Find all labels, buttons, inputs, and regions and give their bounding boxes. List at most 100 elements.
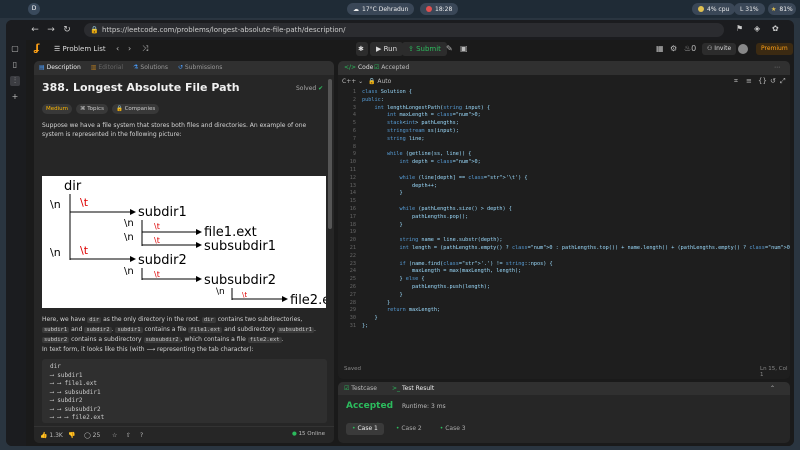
code-line[interactable]: 12 while (line[depth] == class="str">'\t… (338, 175, 790, 183)
description-scrollbar[interactable] (328, 79, 332, 229)
code-line[interactable]: 17 pathLengths.pop(); (338, 214, 790, 222)
code-line[interactable]: 7 string line; (338, 136, 790, 144)
shield-icon[interactable]: ◈ (754, 24, 760, 33)
code-line[interactable]: 23 if (name.find(class="str">'.') != str… (338, 261, 790, 269)
bookmark-icon[interactable]: ⌗ (734, 77, 738, 86)
copilot-icon[interactable]: ✿ (772, 24, 779, 33)
streak-counter[interactable]: ♨0 (684, 44, 696, 54)
tab-description[interactable]: ▤ Description (34, 61, 86, 75)
tab-code[interactable]: </> Code (344, 61, 373, 75)
line-number: 31 (349, 323, 356, 329)
premium-button[interactable]: Premium (756, 43, 793, 55)
favorite-button[interactable]: ☆ (112, 431, 117, 440)
run-button[interactable]: ▶ Run (370, 42, 404, 56)
prev-problem-icon[interactable]: ‹ (116, 44, 119, 54)
tab-solutions[interactable]: ⚗ Solutions (128, 61, 173, 75)
code-line[interactable]: 22 (338, 253, 790, 261)
notes-icon[interactable]: ✎ (446, 44, 453, 54)
next-problem-icon[interactable]: › (128, 44, 131, 54)
case-tab[interactable]: • Case 1 (346, 423, 384, 435)
code-line[interactable]: 15 (338, 198, 790, 206)
difficulty-badge[interactable]: Medium (42, 104, 72, 114)
braces-icon[interactable]: {} (758, 77, 767, 85)
share-button[interactable]: ⇧ (126, 431, 131, 440)
code-line[interactable]: 1 class Solution { (338, 89, 790, 97)
address-bar[interactable]: 🔒 https://leetcode.com/problems/longest-… (84, 23, 724, 37)
forward-icon[interactable]: → (46, 25, 56, 35)
clock-widget[interactable]: 18:28 (420, 3, 459, 15)
code-line[interactable]: 19 (338, 229, 790, 237)
tab-test-result[interactable]: >_ Test Result (392, 382, 434, 395)
code-line[interactable]: 26 pathLengths.push(length); (338, 284, 790, 292)
code-line[interactable]: 9 while (getline(ss, line)) { (338, 151, 790, 159)
code-line[interactable]: 3 int lengthLongestPath(string input) { (338, 105, 790, 113)
code-line[interactable]: 18 } (338, 222, 790, 230)
reset-icon[interactable]: ↺ (770, 77, 776, 85)
text-form-intro: In text form, it looks like this (with ⟶… (42, 346, 254, 353)
tabs-icon[interactable]: ▢ (10, 44, 20, 54)
leetcode-logo-icon[interactable]: ʆ (34, 43, 44, 55)
description-panel: ▤ Description ▥ Editorial ⚗ Solutions ↺ … (34, 61, 334, 443)
code-line[interactable]: 2 public: (338, 97, 790, 105)
collapse-icon[interactable]: ⌃ (770, 382, 775, 395)
code-line[interactable]: 29 return maxLength; (338, 307, 790, 315)
case-tab[interactable]: • Case 3 (434, 423, 472, 435)
format-icon[interactable]: ≡ (746, 77, 752, 85)
settings-icon[interactable]: ⚙ (670, 44, 677, 54)
case-tab[interactable]: • Case 2 (390, 423, 428, 435)
like-button[interactable]: 👍 1.3K (40, 431, 63, 440)
code-line[interactable]: 27 } (338, 292, 790, 300)
user-avatar[interactable] (738, 44, 748, 54)
code-line[interactable]: 8 (338, 144, 790, 152)
panel-menu-icon[interactable]: ⋯ (774, 61, 780, 75)
code-line[interactable]: 21 int length = (pathLengths.empty() ? c… (338, 245, 790, 253)
problem-list-link[interactable]: ☰ Problem List (54, 44, 106, 54)
page-icon[interactable]: ▯ (10, 60, 20, 70)
workspace-avatar[interactable]: D (28, 3, 40, 15)
invite-button[interactable]: ⚇ Invite (702, 43, 737, 55)
code-line[interactable]: 11 (338, 167, 790, 175)
back-icon[interactable]: ← (30, 25, 40, 35)
whiteboard-icon[interactable]: ▣ (460, 44, 468, 54)
ram-widget[interactable]: L 31% (734, 3, 765, 15)
cpu-widget[interactable]: 4% cpu (692, 3, 736, 15)
layout-icon[interactable]: ▦ (656, 44, 664, 54)
topics-tag[interactable]: ⌘ Topics (76, 104, 108, 114)
shuffle-icon[interactable]: ⤨ (142, 44, 148, 54)
tab-submissions[interactable]: ↺ Submissions (173, 61, 227, 75)
code-line[interactable]: 28 } (338, 300, 790, 308)
weather-widget[interactable]: ☁ 17°C Dehradun (347, 3, 415, 15)
code-line[interactable]: 10 int depth = class="num">0; (338, 159, 790, 167)
add-icon[interactable]: + (10, 92, 20, 102)
code-line[interactable]: 4 int maxLength = class="num">0; (338, 112, 790, 120)
code-line[interactable]: 13 depth++; (338, 183, 790, 191)
code-line[interactable]: 5 stack<int> pathLengths; (338, 120, 790, 128)
translate-icon[interactable]: ⚑ (736, 24, 743, 33)
debug-button[interactable]: ✱ (356, 42, 368, 56)
leetcode-tab-icon[interactable]: ⫶ (10, 76, 20, 86)
code-line[interactable]: 30 } (338, 315, 790, 323)
auto-save-indicator[interactable]: 🔒 Auto (368, 78, 391, 85)
language-select[interactable]: C++ ⌄ (342, 78, 363, 85)
companies-tag[interactable]: 🔒 Companies (111, 104, 160, 114)
code-line[interactable]: 16 while (pathLengths.size() > depth) { (338, 206, 790, 214)
tab-testcase[interactable]: ☑ Testcase (344, 382, 377, 395)
tab-editorial[interactable]: ▥ Editorial (86, 61, 128, 75)
code-line[interactable]: 31}; (338, 323, 790, 331)
code-line[interactable]: 24 maxLength = max(maxLength, length); (338, 268, 790, 276)
comments-button[interactable]: ◯ 25 (84, 431, 100, 440)
code-line[interactable]: 25 } else { (338, 276, 790, 284)
dislike-button[interactable]: 👎 (68, 431, 75, 440)
code-editor[interactable]: 1 class Solution {2 public: 3 int lengthLon… (338, 89, 790, 359)
tab-accepted[interactable]: ☑ Accepted (374, 61, 409, 75)
reload-icon[interactable]: ↻ (62, 25, 72, 35)
battery-widget[interactable]: ★ 81% (768, 3, 796, 15)
code-line[interactable]: 6 stringstream ss(input); (338, 128, 790, 136)
line-number: 23 (349, 260, 356, 267)
code-line[interactable]: 20 string name = line.substr(depth); (338, 237, 790, 245)
submit-button[interactable]: ⇪ Submit (402, 42, 447, 56)
code-line[interactable]: 14 } (338, 190, 790, 198)
fullscreen-icon[interactable]: ⤢ (780, 77, 786, 86)
check-circle-icon: ✔ (318, 85, 324, 92)
help-button[interactable]: ? (140, 431, 143, 440)
